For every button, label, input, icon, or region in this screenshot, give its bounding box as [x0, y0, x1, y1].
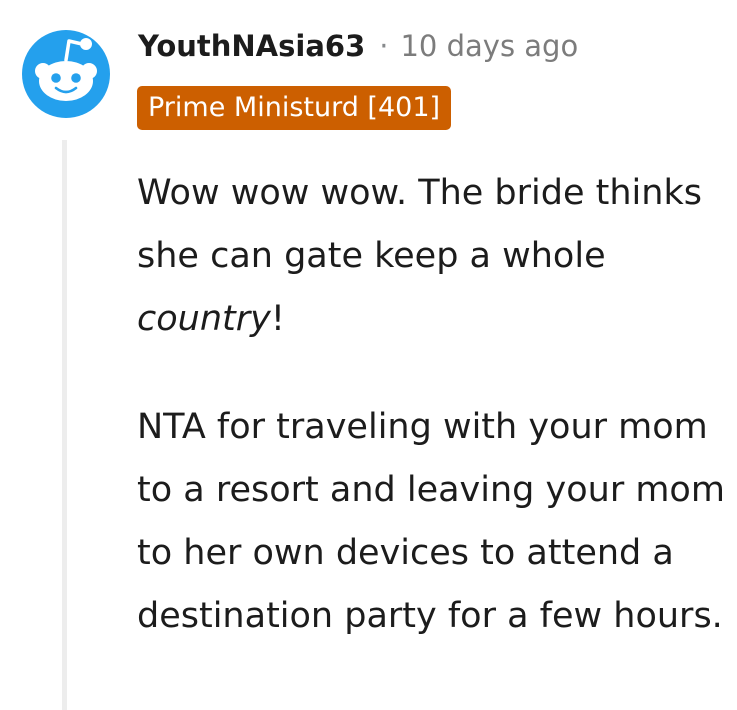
paragraph-1-punctuation: ! [270, 299, 285, 339]
comment-timestamp[interactable]: 10 days ago [400, 29, 578, 63]
user-avatar[interactable] [22, 30, 110, 118]
username-link[interactable]: YouthNAsia63 [138, 29, 365, 63]
comment-body: Wow wow wow. The bride thinks she can ga… [137, 162, 732, 648]
user-flair-badge: Prime Ministurd [401] [137, 86, 452, 130]
comment: YouthNAsia63 · 10 days ago Prime Ministu… [0, 0, 737, 710]
reddit-snoo-icon [22, 30, 110, 118]
paragraph-1-emphasis: country [137, 299, 271, 339]
thread-collapse-line[interactable] [62, 140, 67, 710]
comment-header: YouthNAsia63 · 10 days ago [138, 26, 578, 66]
meta-separator: · [379, 29, 389, 63]
paragraph-1-text: Wow wow wow. The bride thinks she can ga… [137, 173, 702, 276]
comment-paragraph-1: Wow wow wow. The bride thinks she can ga… [137, 162, 732, 351]
comment-paragraph-2: NTA for traveling with your mom to a res… [137, 407, 725, 636]
